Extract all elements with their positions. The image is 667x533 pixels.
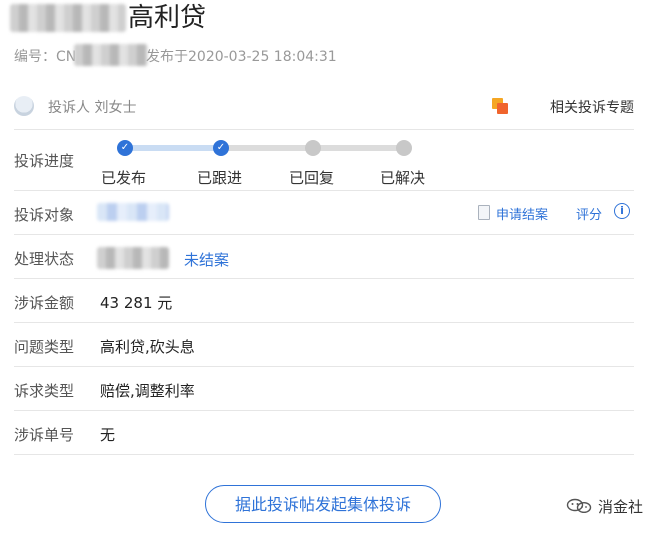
step-pending-dot [396,140,412,156]
order-number-value: 无 [100,426,116,444]
bottom-divider [14,454,634,455]
order-number-label: 涉诉单号 [14,426,75,444]
complaint-id-prefix: 编号：CN [14,49,77,65]
issue-type-value: 高利贷,砍头息 [100,338,195,356]
target-label: 投诉对象 [14,206,75,224]
step-check-icon: ✓ [213,140,229,156]
complaint-title: 高利贷 [128,3,207,33]
document-icon [478,205,490,220]
wechat-logo-icon [566,498,592,514]
redacted-title-prefix [10,4,126,32]
issue-type-label: 问题类型 [14,338,75,356]
step-label: 已回复 [289,169,335,187]
related-topic-link[interactable]: 相关投诉专题 [550,97,634,117]
amount-row: 涉诉金额 43 281 元 [14,278,634,323]
info-icon[interactable]: i [614,203,630,219]
status-value: 未结案 [184,251,230,269]
demand-type-value: 赔偿,调整利率 [100,382,195,400]
complainant-row: 投诉人 刘女士 相关投诉专题 [14,94,634,118]
order-number-row: 涉诉单号 无 [14,410,634,455]
progress-label: 投诉进度 [14,152,75,170]
amount-label: 涉诉金额 [14,294,75,312]
published-time: 发布于2020-03-25 18:04:31 [146,49,337,65]
issue-type-row: 问题类型 高利贷,砍头息 [14,322,634,367]
redacted-complaint-id [74,44,148,66]
complainant-label: 投诉人 刘女士 [48,100,137,116]
rate-button[interactable]: 评分 [576,204,602,223]
status-label: 处理状态 [14,250,75,268]
avatar [14,96,34,116]
progress-track-done [125,145,221,151]
amount-value: 43 281 元 [100,294,173,312]
redacted-target-name[interactable] [97,203,169,221]
step-label: 已跟进 [197,169,243,187]
step-check-icon: ✓ [117,140,133,156]
group-complaint-button[interactable]: 据此投诉帖发起集体投诉 [205,485,441,523]
step-label: 已发布 [101,169,147,187]
progress-steps: ✓ ✓ [110,140,412,156]
topic-icon [492,98,508,114]
demand-type-label: 诉求类型 [14,382,75,400]
redacted-handler [97,247,169,269]
demand-type-row: 诉求类型 赔偿,调整利率 [14,366,634,411]
apply-close-button[interactable]: 申请结案 [496,204,548,223]
step-pending-dot [305,140,321,156]
watermark-text: 消金社 [598,498,644,516]
step-label: 已解决 [380,169,426,187]
